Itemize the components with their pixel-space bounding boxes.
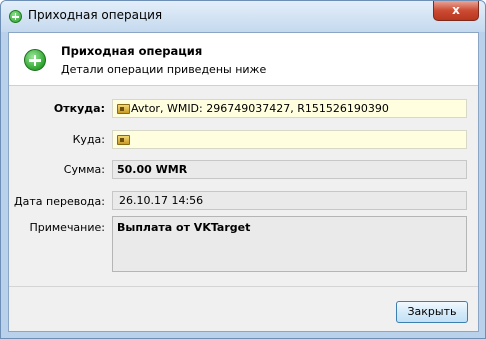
window-close-button[interactable]: x xyxy=(433,1,479,21)
amount-label: Сумма: xyxy=(63,163,105,176)
title-bar[interactable]: Приходная операция x xyxy=(1,1,485,32)
from-label: Откуда: xyxy=(53,102,105,115)
note-label: Примечание: xyxy=(29,221,105,234)
note-field[interactable]: Выплата от VKTarget xyxy=(112,216,467,272)
from-field[interactable]: Avtor, WMID: 296749037427, R151526190390 xyxy=(112,99,467,118)
to-label: Куда: xyxy=(72,133,105,146)
dialog-body: Приходная операция Детали операции приве… xyxy=(8,32,479,332)
wallet-card-icon xyxy=(117,104,130,114)
date-field: 26.10.17 14:56 xyxy=(112,191,467,210)
to-field[interactable] xyxy=(112,130,467,149)
from-value: Avtor, WMID: 296749037427, R151526190390 xyxy=(131,102,389,115)
plus-circle-icon xyxy=(9,10,22,23)
window-title: Приходная операция xyxy=(28,8,163,22)
dialog-header: Приходная операция Детали операции приве… xyxy=(9,33,478,86)
close-button[interactable]: Закрыть xyxy=(396,301,468,323)
amount-field: 50.00 WMR xyxy=(112,160,467,179)
header-subtitle: Детали операции приведены ниже xyxy=(61,63,267,76)
plus-circle-icon xyxy=(24,49,46,71)
date-label: Дата перевода: xyxy=(14,195,105,208)
wallet-card-icon xyxy=(117,135,130,145)
header-title: Приходная операция xyxy=(61,44,203,58)
dialog-window: Приходная операция x Приходная операция … xyxy=(0,0,486,339)
footer-divider xyxy=(9,286,478,287)
